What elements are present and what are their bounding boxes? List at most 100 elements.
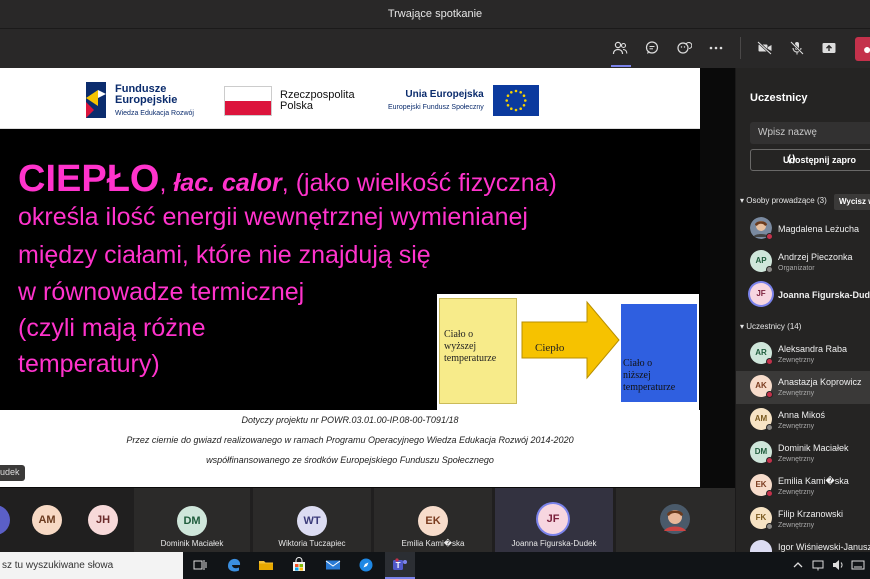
- camera-off-icon[interactable]: [756, 39, 774, 57]
- avatar: DM: [177, 506, 207, 536]
- avatar: AM: [32, 505, 62, 535]
- fe-line2: Europejskie: [115, 94, 178, 106]
- muted-status-icon: [766, 457, 773, 464]
- mail-icon[interactable]: [325, 557, 341, 573]
- participant-search-input[interactable]: Wpisz nazwę: [750, 122, 870, 144]
- presentation-slide: Fundusze Europejskie Wiedza Edukacja Roz…: [0, 68, 700, 487]
- avatar: [0, 505, 10, 535]
- participant-role: Zewnętrzny: [778, 522, 815, 529]
- participant-row[interactable]: DM Dominik Maciałek Zewnętrzny: [736, 437, 870, 470]
- compass-app-icon[interactable]: [358, 557, 374, 573]
- mute-all-button[interactable]: Wycisz w: [834, 194, 870, 210]
- reactions-icon[interactable]: [675, 39, 693, 57]
- participant-row[interactable]: AK Anastazja Koprowicz Zewnętrzny: [736, 371, 870, 404]
- participants-panel: Uczestnicy Wpisz nazwę ⟨⟩ Udostępnij zapr…: [735, 68, 870, 552]
- panel-title: Uczestnicy: [750, 92, 808, 104]
- participant-name: Emilia Kami�ska: [778, 476, 849, 486]
- status-icon: [766, 424, 773, 431]
- heading-sep1: ,: [159, 169, 174, 197]
- gallery-tile[interactable]: WT Wiktoria Tuczapiec: [253, 488, 371, 552]
- slide-line: (czyli mają różne: [18, 314, 206, 342]
- participant-row[interactable]: AR Aleksandra Raba Zewnętrzny: [736, 338, 870, 371]
- participant-name: Aleksandra Raba: [778, 344, 848, 354]
- cold-body-label: Ciało o niższej temperaturze: [623, 358, 675, 394]
- attendees-section-header[interactable]: ▾ Uczestnicy (14): [740, 322, 801, 331]
- window-title: Trwające spotkanie: [0, 0, 870, 28]
- store-icon[interactable]: [291, 557, 307, 573]
- cold-body-box: Ciało o niższej temperaturze: [621, 304, 697, 402]
- heat-label: Ciepło: [535, 342, 565, 354]
- participant-row[interactable]: Magdalena Leżucha: [736, 213, 870, 246]
- presenters-section-header[interactable]: ▾ Osoby prowadzące (3): [740, 196, 827, 205]
- edge-browser-icon[interactable]: [226, 557, 242, 573]
- gallery-tile[interactable]: JH: [84, 488, 124, 552]
- attendees-header-label: Uczestnicy (14): [746, 322, 802, 331]
- gallery-tile[interactable]: AM: [28, 488, 68, 552]
- unia-europejska-text: Unia Europejska Europejski Fundusz Społe…: [388, 89, 484, 113]
- muted-status-icon: [766, 391, 773, 398]
- slide-line: w równowadze termicznej: [18, 278, 305, 306]
- avatar: JF: [750, 283, 772, 305]
- tray-chevron-icon[interactable]: [790, 557, 806, 573]
- network-icon[interactable]: [810, 557, 826, 573]
- ue-subtitle: Europejski Fundusz Społeczny: [388, 104, 484, 111]
- footer-line: Przez ciernie do gwiazd realizowanego w …: [126, 435, 574, 445]
- gallery-tile-speaking[interactable]: JF Joanna Figurska-Dudek: [495, 488, 613, 552]
- mic-off-icon[interactable]: [788, 39, 806, 57]
- slide-line: określa ilość energii wewnętrznej wymien…: [18, 203, 528, 231]
- language-indicator-icon[interactable]: [850, 557, 866, 573]
- participant-name: Anastazja Koprowicz: [778, 377, 862, 387]
- rzeczpospolita-text: Rzeczpospolita Polska: [280, 90, 355, 112]
- status-icon: [766, 266, 773, 273]
- participant-row[interactable]: EK Emilia Kami�ska Zewnętrzny: [736, 470, 870, 503]
- participant-role: Zewnętrzny: [778, 489, 815, 496]
- participants-icon[interactable]: [611, 39, 629, 57]
- warm-line: temperaturze: [444, 353, 497, 364]
- gallery-tile[interactable]: [616, 488, 735, 552]
- teams-icon[interactable]: T: [392, 557, 408, 573]
- muted-status-icon: [766, 490, 773, 497]
- gallery-tile[interactable]: DM Dominik Maciałek: [134, 488, 250, 552]
- avatar: [750, 540, 772, 552]
- participant-name: Igor Wiśniewski-Janusz: [778, 542, 870, 552]
- leave-button[interactable]: ●: [855, 37, 870, 61]
- gallery-tile[interactable]: [0, 488, 12, 552]
- share-link-icon: ⟨⟩: [787, 154, 797, 165]
- warm-body-label: Ciało o wyższej temperaturze: [444, 329, 496, 365]
- svg-text:T: T: [396, 561, 401, 570]
- rp-line2: Polska: [280, 100, 314, 112]
- participant-row[interactable]: FK Filip Krzanowski Zewnętrzny: [736, 503, 870, 536]
- share-invite-button[interactable]: ⟨⟩ Udostępnij zapro: [750, 149, 870, 171]
- more-icon[interactable]: [707, 39, 725, 57]
- participant-name: Filip Krzanowski: [778, 509, 844, 519]
- eu-flag-icon: [493, 85, 539, 116]
- cold-line: niższej: [623, 370, 651, 381]
- gallery-tile[interactable]: EK Emilia Kami�ska: [374, 488, 492, 552]
- tile-name: Emilia Kami�ska: [401, 539, 465, 548]
- heat-flow-diagram: Ciało o wyższej temperaturze Ciepło Ciał…: [437, 294, 699, 410]
- share-icon[interactable]: [820, 39, 838, 57]
- slide-line: między ciałami, które nie znajdują się: [18, 241, 431, 269]
- muted-status-icon: [766, 233, 773, 240]
- volume-icon[interactable]: [830, 557, 846, 573]
- task-view-icon[interactable]: [192, 557, 208, 573]
- participant-row[interactable]: Igor Wiśniewski-Janusz: [736, 536, 870, 552]
- participant-row[interactable]: AP Andrzej Pieczonka Organizator: [736, 246, 870, 279]
- participant-row[interactable]: JF Joanna Figurska-Dudek: [736, 279, 870, 312]
- taskbar-search-input[interactable]: sz tu wyszukiwane słowa: [0, 552, 183, 579]
- participant-row[interactable]: AM Anna Mikoś Zewnętrzny: [736, 404, 870, 437]
- file-explorer-icon[interactable]: [258, 557, 274, 573]
- poland-flag-icon: [224, 86, 272, 116]
- slide-footer: Dotyczy projektu nr POWR.03.01.00-IP.08-…: [0, 410, 700, 487]
- slide-line: temperatury): [18, 350, 160, 378]
- avatar: EK: [418, 506, 448, 536]
- heading-latin: łac. calor: [173, 169, 282, 197]
- video-gallery: AM JH DM Dominik Maciałek WT Wiktoria Tu…: [0, 488, 735, 552]
- meeting-toolbar: ●: [0, 28, 870, 68]
- tile-name: Wiktoria Tuczapiec: [278, 539, 346, 548]
- warm-body-box: Ciało o wyższej temperaturze: [439, 298, 517, 404]
- footer-line: Dotyczy projektu nr POWR.03.01.00-IP.08-…: [241, 415, 459, 425]
- participant-name: Andrzej Pieczonka: [778, 252, 853, 262]
- chat-icon[interactable]: [643, 39, 661, 57]
- slide-heading: CIEPŁO, łac. calor, (jako wielkość fizyc…: [18, 158, 557, 201]
